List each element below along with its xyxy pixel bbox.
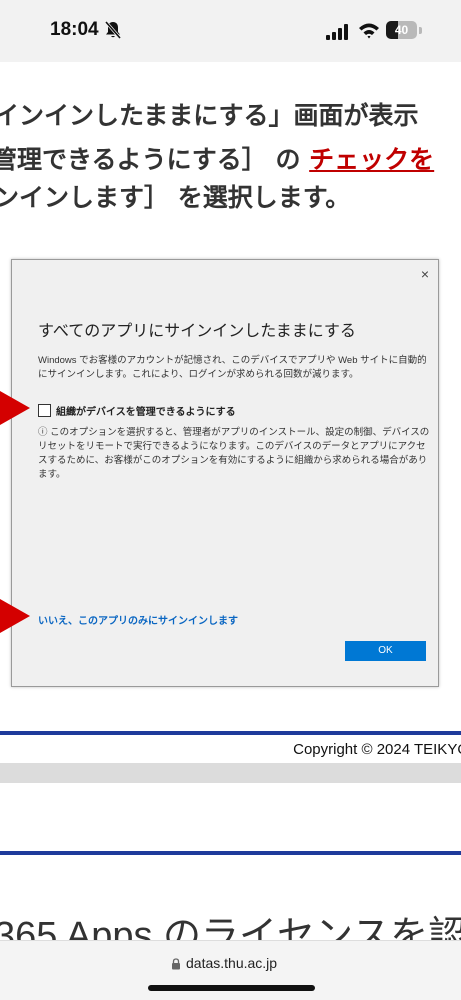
close-icon[interactable]: × xyxy=(421,266,429,282)
check-link[interactable]: チェックを xyxy=(309,145,434,174)
battery-icon: 40 xyxy=(386,21,424,41)
article-text-line: インインしたままにする」画面が表示 xyxy=(0,101,419,130)
divider xyxy=(0,851,461,855)
org-manage-label[interactable]: 組織がデバイスを管理できるようにする xyxy=(56,403,236,418)
article-text-line: ンインします］ を選択します。 xyxy=(0,183,351,212)
dialog-title: すべてのアプリにサインインしたままにする xyxy=(38,323,356,340)
article-text-line: 管理できるようにする］ の チェックを xyxy=(0,140,461,176)
signin-this-app-only-link[interactable]: いいえ、このアプリのみにサインインします xyxy=(38,612,238,627)
browser-bottom-bar[interactable]: datas.thu.ac.jp xyxy=(0,940,461,1000)
divider xyxy=(0,731,461,735)
status-time: 18:04 xyxy=(50,19,99,40)
status-bar: 18:04 40 xyxy=(0,0,461,62)
wifi-icon xyxy=(359,23,379,39)
home-indicator[interactable] xyxy=(148,985,315,991)
signin-dialog-screenshot: × すべてのアプリにサインインしたままにする Windows でお客様のアカウン… xyxy=(11,259,439,687)
cellular-signal-icon xyxy=(326,24,348,40)
red-pointer-arrow-icon xyxy=(0,599,30,633)
lock-icon xyxy=(172,958,180,970)
red-pointer-arrow-icon xyxy=(0,391,30,425)
url-text[interactable]: datas.thu.ac.jp xyxy=(186,955,277,971)
battery-level: 40 xyxy=(394,23,409,37)
org-manage-checkbox[interactable] xyxy=(38,404,51,417)
dialog-description: Windows でお客様のアカウントが記憶され、このデバイスでアプリや Web … xyxy=(38,355,427,380)
copyright-text: Copyright © 2024 TEIKYO xyxy=(293,741,461,758)
bell-slash-icon xyxy=(104,21,122,39)
ok-button[interactable]: OK xyxy=(345,641,426,661)
info-text: ⓘ このオプションを選択すると、管理者がアプリのインストール、設定の制御、デバイ… xyxy=(38,427,430,480)
footer-band xyxy=(0,763,461,783)
article-text-fragment: 管理できるようにする］ の xyxy=(0,145,310,174)
